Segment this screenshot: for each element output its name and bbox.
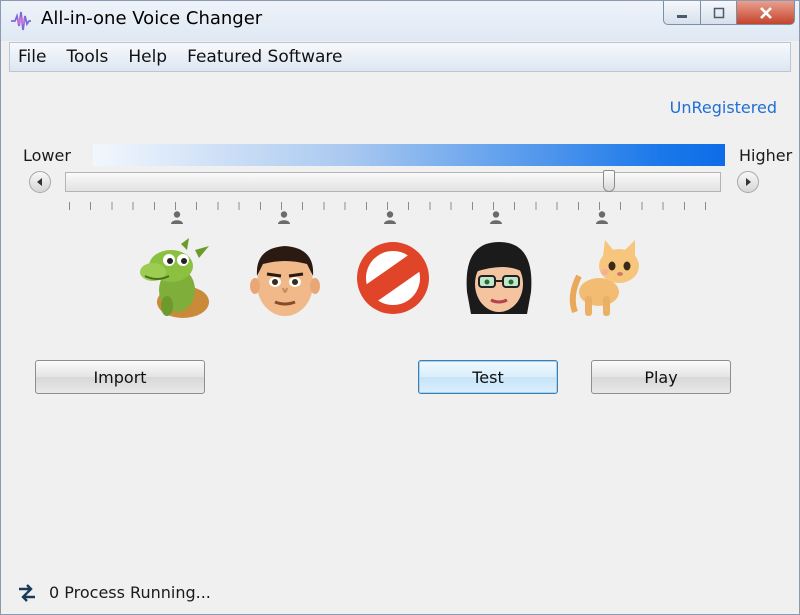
window-controls [663,1,795,25]
registration-link[interactable]: UnRegistered [670,98,777,117]
maximize-icon [713,7,724,18]
pitch-slider-ticks [69,202,719,210]
menu-file[interactable]: File [18,47,46,67]
title-bar[interactable]: All-in-one Voice Changer [1,1,799,41]
close-icon [759,6,772,19]
status-text: 0 Process Running... [49,583,211,602]
window-title: All-in-one Voice Changer [41,8,263,29]
pitch-decrease-button[interactable] [29,171,51,193]
woman-face-icon [466,242,532,314]
menu-bar: File Tools Help Featured Software [9,42,791,72]
voice-cat[interactable] [565,236,645,320]
triangle-right-icon [746,178,751,186]
triangle-left-icon [37,178,42,186]
menu-help[interactable]: Help [128,47,167,67]
sync-arrows-icon [19,584,35,602]
test-button[interactable]: Test [418,360,558,394]
man-face-icon [250,246,320,316]
import-button[interactable]: Import [35,360,205,394]
voice-dragon[interactable] [137,236,217,320]
pitch-slider-track[interactable] [65,172,721,192]
pitch-increase-button[interactable] [737,171,759,193]
person-icon [596,211,608,224]
main-panel: UnRegistered Lower Higher Import Test Pl… [9,72,793,608]
pitch-slider-thumb[interactable] [603,170,616,192]
person-icon [171,211,183,224]
voice-man[interactable] [245,236,325,320]
play-button[interactable]: Play [591,360,731,394]
voice-none[interactable] [353,236,433,320]
minimize-button[interactable] [663,1,701,25]
menu-featured-software[interactable]: Featured Software [187,47,342,67]
dragon-icon [140,238,209,318]
pitch-gradient-bar [93,144,725,166]
maximize-button[interactable] [701,1,737,25]
close-button[interactable] [737,1,795,25]
voice-woman[interactable] [459,236,539,320]
person-icon [490,211,502,224]
menu-tools[interactable]: Tools [66,47,108,67]
pitch-lower-label: Lower [23,146,71,165]
person-icon [278,211,290,224]
app-window: All-in-one Voice Changer File Tools Help… [0,0,800,615]
sound-wave-icon [11,11,31,31]
minimize-icon [677,14,687,18]
no-entry-icon [357,242,429,314]
person-icon [384,211,396,224]
pitch-higher-label: Higher [739,146,793,165]
cat-icon [569,240,639,316]
